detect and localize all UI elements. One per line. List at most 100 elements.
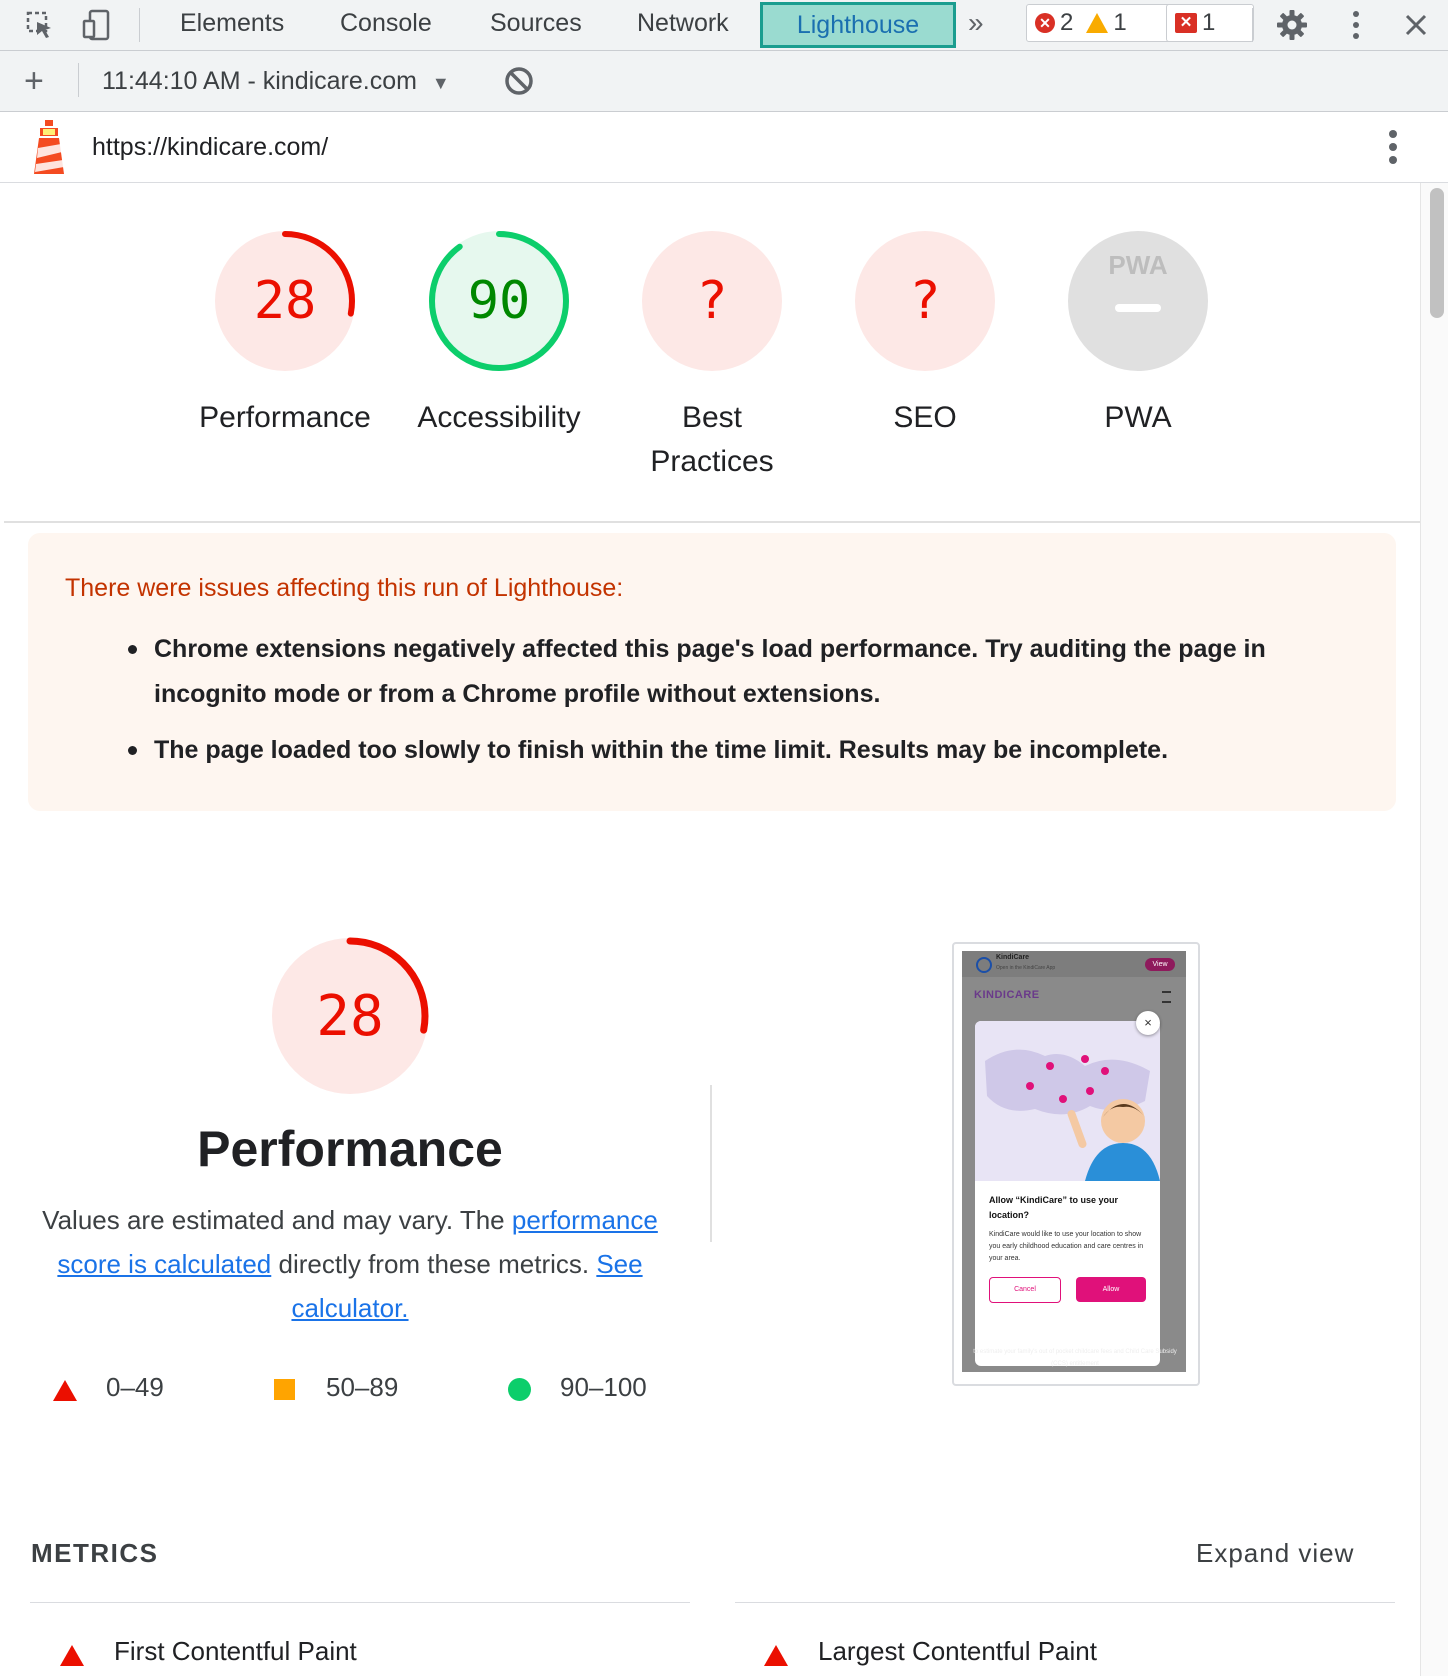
devtools-tab-bar: Elements Console Sources Network Lightho…: [0, 0, 1448, 51]
vertical-divider: [710, 1085, 712, 1242]
gauge-pwa[interactable]: PWA PWA: [1028, 226, 1248, 440]
hamburger-menu-icon: [1162, 991, 1171, 1003]
warning-icon: [1086, 13, 1109, 33]
metric-largest-contentful-paint: Largest Contentful Paint: [818, 1636, 1097, 1666]
gauge-accessibility[interactable]: 90 Accessibility: [389, 226, 609, 440]
dialog-illustration: [975, 1021, 1160, 1181]
app-banner-name: KindiCare: [996, 954, 1030, 961]
dialog-cancel-button: Cancel: [989, 1277, 1061, 1303]
gauge-best-practices[interactable]: ? Best Practices: [602, 226, 822, 484]
gauge-accessibility-label: Accessibility: [417, 401, 581, 434]
gauge-performance-label: Performance: [199, 401, 371, 434]
app-banner-view-button: View: [1145, 958, 1175, 971]
gauge-best-practices-label: Best Practices: [650, 401, 774, 478]
issues-icon: ✕: [1175, 13, 1197, 33]
device-toolbar-icon[interactable]: [76, 6, 116, 44]
app-banner: KindiCare Open in the KindiCare App View: [962, 951, 1186, 977]
dialog-close-icon: ×: [1136, 1011, 1160, 1035]
inspect-element-icon[interactable]: [20, 6, 60, 44]
dialog-title: Allow “KindiCare” to use your location?: [989, 1195, 1119, 1220]
gauge-performance[interactable]: 28 Performance: [175, 226, 395, 440]
gauge-accessibility-score: 90: [468, 271, 531, 331]
report-url: https://kindicare.com/: [92, 133, 329, 161]
legend-pass-circle-icon: [508, 1378, 531, 1401]
location-dialog: Allow “KindiCare” to use your location? …: [975, 1021, 1160, 1366]
run-warnings-title: There were issues affecting this run of …: [65, 574, 624, 602]
tab-console[interactable]: Console: [330, 0, 442, 46]
performance-desc-text: directly from these metrics.: [271, 1249, 597, 1279]
metric-fail-triangle-icon: [764, 1645, 788, 1666]
pwa-dash-icon: [1115, 304, 1161, 312]
metrics-divider: [735, 1602, 1395, 1603]
gauge-seo-score: ?: [909, 271, 940, 331]
gauge-seo-ring: ?: [855, 231, 995, 371]
gauge-best-practices-score: ?: [696, 271, 727, 331]
performance-gauge: 28: [268, 934, 432, 1103]
legend-average-range: 50–89: [326, 1372, 399, 1402]
legend-fail-triangle-icon: [53, 1380, 77, 1401]
clear-all-icon[interactable]: [503, 65, 535, 102]
expand-view-toggle[interactable]: Expand view: [1196, 1538, 1354, 1569]
more-tabs-icon[interactable]: »: [958, 0, 994, 46]
section-divider: [4, 521, 1420, 523]
legend-fail-range: 0–49: [106, 1372, 164, 1402]
chevron-down-icon: ▼: [431, 73, 450, 93]
tab-network[interactable]: Network: [627, 0, 739, 46]
metrics-divider: [30, 1602, 690, 1603]
metric-first-contentful-paint: First Contentful Paint: [114, 1636, 357, 1666]
issues-badge[interactable]: ✕ 1: [1166, 4, 1254, 42]
dialog-body: KindiCare would like to use your locatio…: [989, 1231, 1144, 1262]
performance-description: Values are estimated and may vary. The p…: [30, 1198, 670, 1330]
toolbar-divider: [139, 8, 140, 42]
gauge-performance-score: 28: [254, 271, 317, 331]
metric-fail-triangle-icon: [60, 1645, 84, 1666]
metrics-heading: METRICS: [31, 1538, 159, 1568]
report-select[interactable]: 11:44:10 AM - kindicare.com ▼: [102, 51, 450, 111]
tab-sources[interactable]: Sources: [480, 0, 592, 46]
performance-gauge-score: 28: [316, 984, 383, 1049]
more-options-icon[interactable]: [1336, 6, 1376, 44]
close-icon[interactable]: [1396, 6, 1436, 44]
legend-average-square-icon: [274, 1379, 295, 1400]
dialog-allow-button: Allow: [1076, 1277, 1146, 1302]
performance-gauge-ring: 28: [271, 937, 429, 1095]
console-counts-badge[interactable]: ✕ 2 1: [1026, 4, 1174, 42]
final-screenshot: KindiCare Open in the KindiCare App View…: [962, 951, 1186, 1372]
gauge-pwa-ring: PWA: [1068, 231, 1208, 371]
gauge-seo-label: SEO: [893, 401, 957, 434]
legend-pass-range: 90–100: [560, 1372, 647, 1402]
report-select-value: 11:44:10 AM - kindicare.com: [102, 67, 417, 95]
app-banner-sub: Open in the KindiCare App: [996, 965, 1056, 971]
scrollbar-thumb[interactable]: [1430, 188, 1444, 318]
report-menu-icon[interactable]: [1388, 129, 1398, 170]
error-icon: ✕: [1035, 13, 1055, 33]
error-count: 2: [1060, 9, 1074, 36]
gauge-best-practices-ring: ?: [642, 231, 782, 371]
warning-count: 1: [1113, 9, 1127, 36]
new-report-button[interactable]: +: [24, 51, 44, 111]
issues-count: 1: [1202, 9, 1216, 36]
lighthouse-logo-icon: [30, 120, 68, 181]
performance-title: Performance: [197, 1121, 503, 1177]
toolbar-divider: [1252, 8, 1253, 42]
pwa-badge-text: PWA: [1108, 250, 1167, 280]
lighthouse-toolbar: + 11:44:10 AM - kindicare.com ▼: [0, 51, 1448, 112]
gauge-performance-ring: 28: [215, 231, 355, 371]
gauge-accessibility-ring: 90: [429, 231, 569, 371]
kindicare-logo: KINDICARE: [974, 989, 1040, 1001]
run-warning-item: Chrome extensions negatively affected th…: [154, 635, 1266, 708]
toolbar-divider: [78, 63, 79, 97]
run-warning-item: The page loaded too slowly to finish wit…: [154, 736, 1169, 764]
tab-elements[interactable]: Elements: [170, 0, 294, 46]
screenshot-footer-text: to estimate your family's out of pocket …: [973, 1349, 1177, 1367]
gauge-seo[interactable]: ? SEO: [815, 226, 1035, 440]
scrollbar-track[interactable]: [1420, 183, 1448, 1676]
settings-gear-icon[interactable]: [1272, 6, 1312, 44]
bullet-icon: [128, 746, 137, 755]
tab-lighthouse[interactable]: Lighthouse: [760, 2, 956, 48]
report-url-bar: https://kindicare.com/: [0, 112, 1448, 183]
performance-desc-text: Values are estimated and may vary. The: [42, 1205, 512, 1235]
bullet-icon: [128, 645, 137, 654]
app-banner-icon: [976, 957, 992, 973]
gauge-pwa-label: PWA: [1104, 401, 1172, 434]
